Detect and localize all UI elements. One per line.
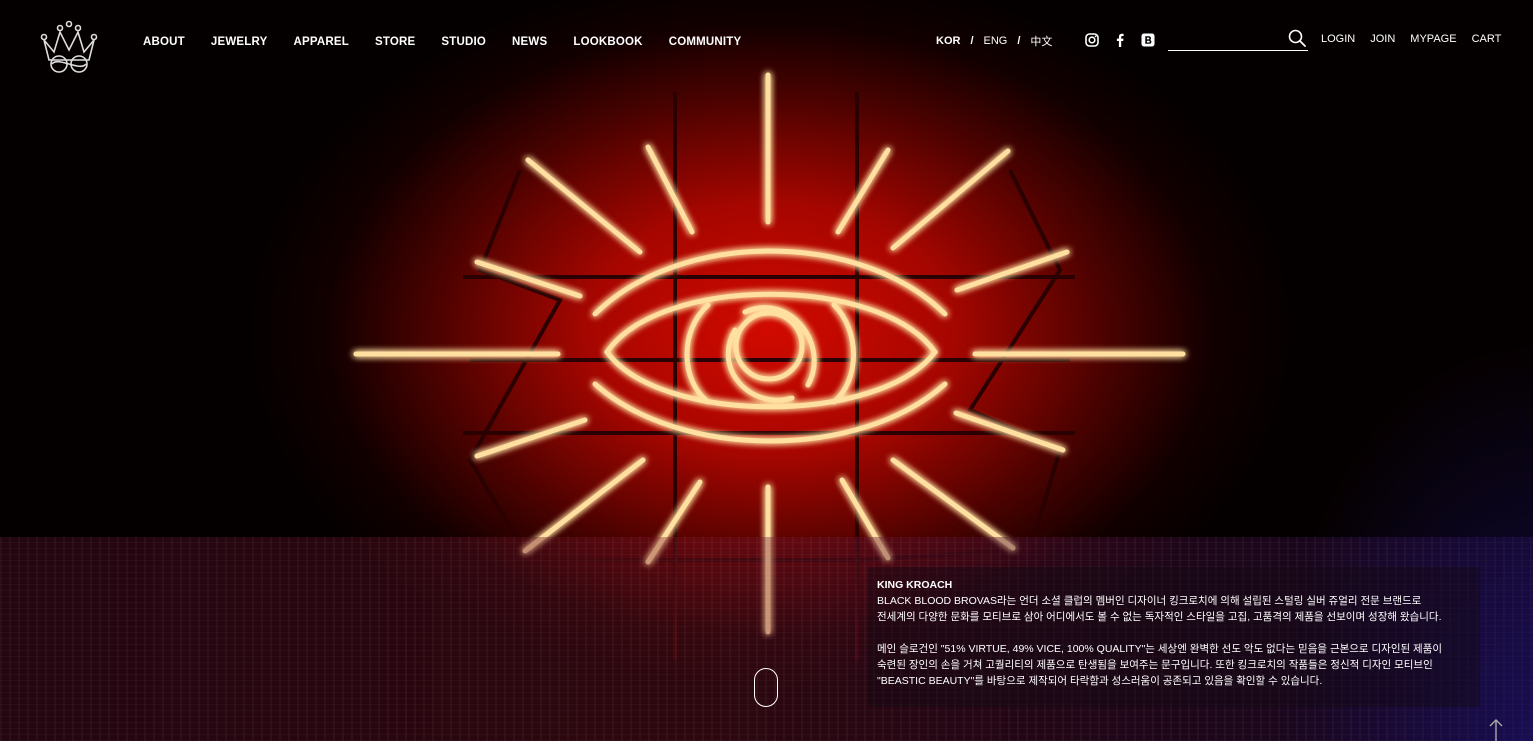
lang-separator: / [970, 35, 974, 47]
brand-name: KING KROACH [877, 579, 953, 591]
lang-separator: / [1017, 35, 1021, 47]
search-icon[interactable] [1288, 29, 1306, 47]
brand-description: KING KROACH BLACK BLOOD BROVAS라는 언더 소셜 클… [868, 567, 1480, 707]
nav-about[interactable]: ABOUT [143, 36, 185, 48]
lang-eng[interactable]: ENG [984, 35, 1008, 47]
nav-studio[interactable]: STUDIO [441, 36, 486, 48]
lang-kor[interactable]: KOR [936, 35, 960, 47]
nav-news[interactable]: NEWS [512, 36, 547, 48]
nav-community[interactable]: COMMUNITY [669, 36, 742, 48]
cart-link[interactable]: CART [1472, 33, 1502, 45]
join-link[interactable]: JOIN [1370, 33, 1395, 45]
description-line: BLACK BLOOD BROVAS라는 언더 소셜 클럽의 멤버인 디자이너 … [877, 595, 1422, 607]
page: ABOUT JEWELRY APPAREL STORE STUDIO NEWS … [0, 0, 1533, 741]
nav-jewelry[interactable]: JEWELRY [211, 36, 268, 48]
slogan-line: 숙련된 장인의 손을 거쳐 고퀄리티의 제품으로 탄생됨을 보여주는 문구입니다… [877, 659, 1433, 671]
lang-chn[interactable]: 中文 [1030, 33, 1052, 49]
arrow-up-icon[interactable] [1488, 718, 1504, 741]
language-switcher: KOR / ENG / 中文 [936, 33, 1052, 49]
login-link[interactable]: LOGIN [1321, 33, 1355, 45]
user-menu: LOGIN JOIN MYPAGE CART [1321, 33, 1501, 45]
main-nav: ABOUT JEWELRY APPAREL STORE STUDIO NEWS … [143, 36, 767, 48]
blog-icon[interactable] [1141, 33, 1155, 47]
facebook-icon[interactable] [1113, 33, 1127, 47]
nav-store[interactable]: STORE [375, 36, 415, 48]
search-input[interactable] [1168, 28, 1287, 50]
crown-logo-icon[interactable] [38, 18, 100, 74]
slogan-line: 메인 슬로건인 "51% VIRTUE, 49% VICE, 100% QUAL… [877, 643, 1443, 655]
scroll-down-indicator[interactable] [754, 668, 778, 707]
slogan-line: "BEASTIC BEAUTY"를 바탕으로 제작되어 타락함과 성스러움이 공… [877, 675, 1323, 687]
nav-apparel[interactable]: APPAREL [293, 36, 349, 48]
nav-lookbook[interactable]: LOOKBOOK [573, 36, 642, 48]
instagram-icon[interactable] [1085, 33, 1099, 47]
mypage-link[interactable]: MYPAGE [1410, 33, 1456, 45]
search-box [1168, 28, 1308, 51]
description-line: 전세계의 다양한 문화를 모티브로 삼아 어디에서도 볼 수 없는 독자적인 스… [877, 611, 1442, 623]
social-links [1085, 33, 1155, 47]
